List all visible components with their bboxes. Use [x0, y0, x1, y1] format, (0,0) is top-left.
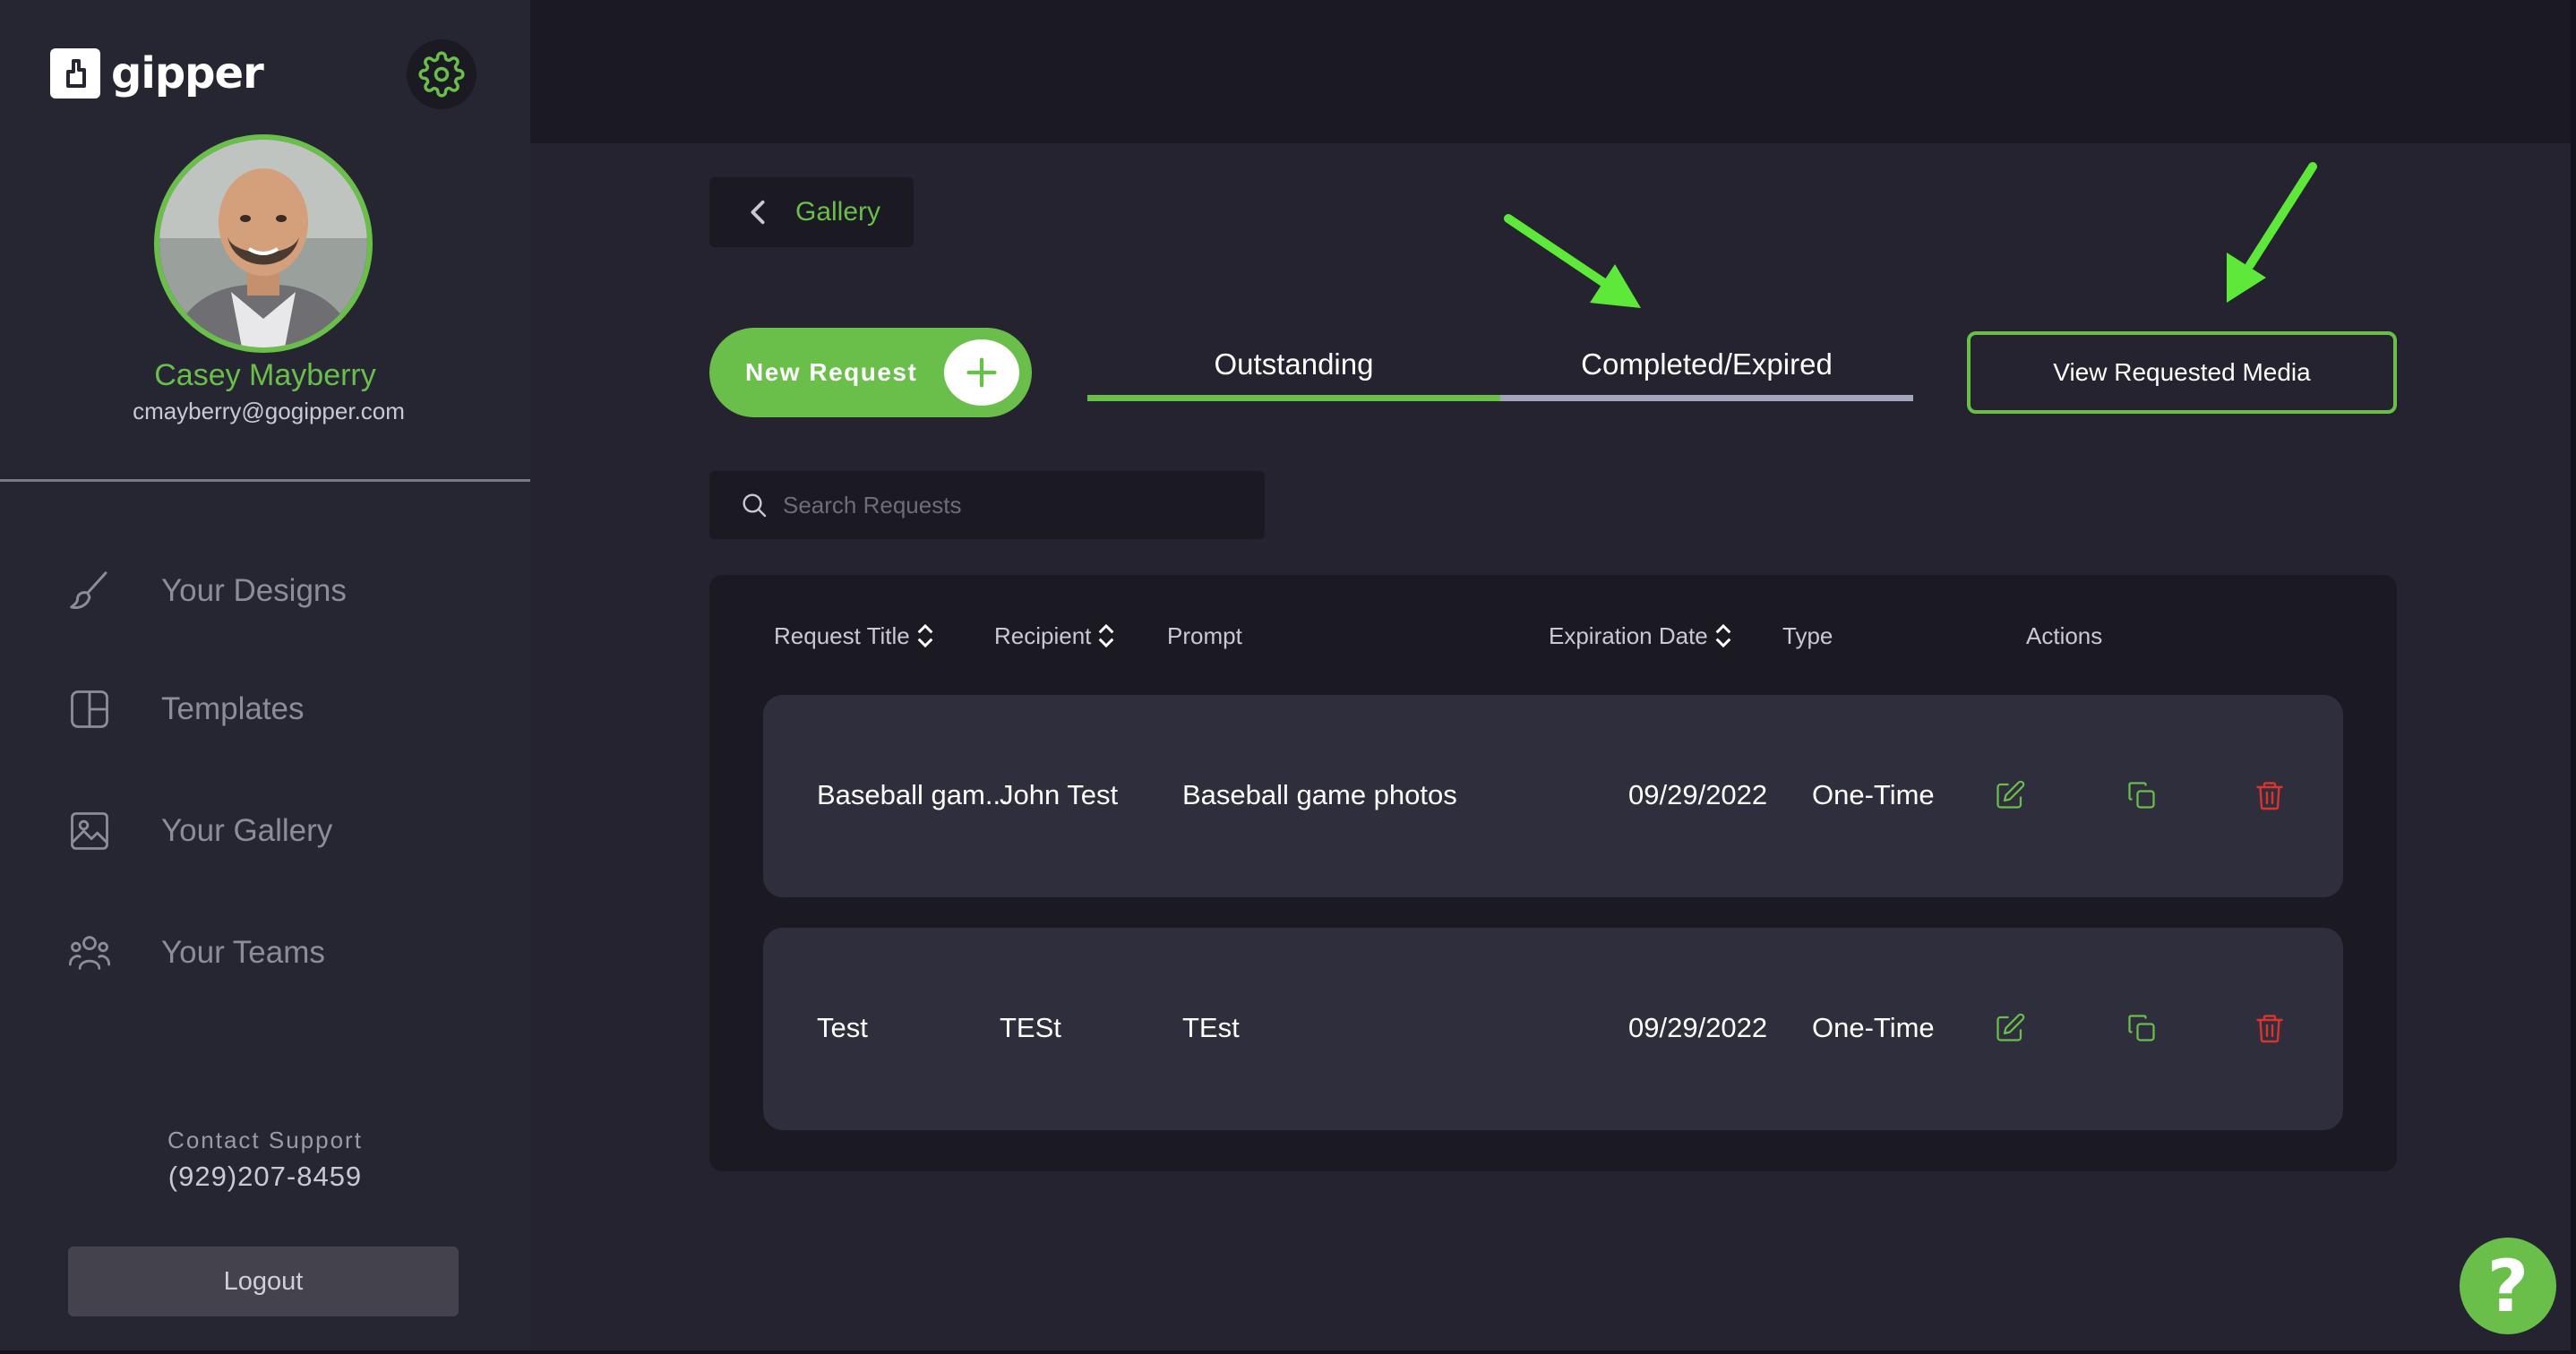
app-frame: gipper Casey Mayberry cmayberry@gogipper…	[0, 0, 2576, 1354]
window-edge	[2571, 0, 2576, 1354]
annotation-arrow-view-media	[2227, 162, 2317, 303]
annotation-arrows	[1504, 162, 2317, 308]
annotation-arrow-completed-tab	[1504, 214, 1641, 308]
window-edge	[0, 1350, 2576, 1354]
help-button[interactable]: ?	[2460, 1238, 2556, 1334]
